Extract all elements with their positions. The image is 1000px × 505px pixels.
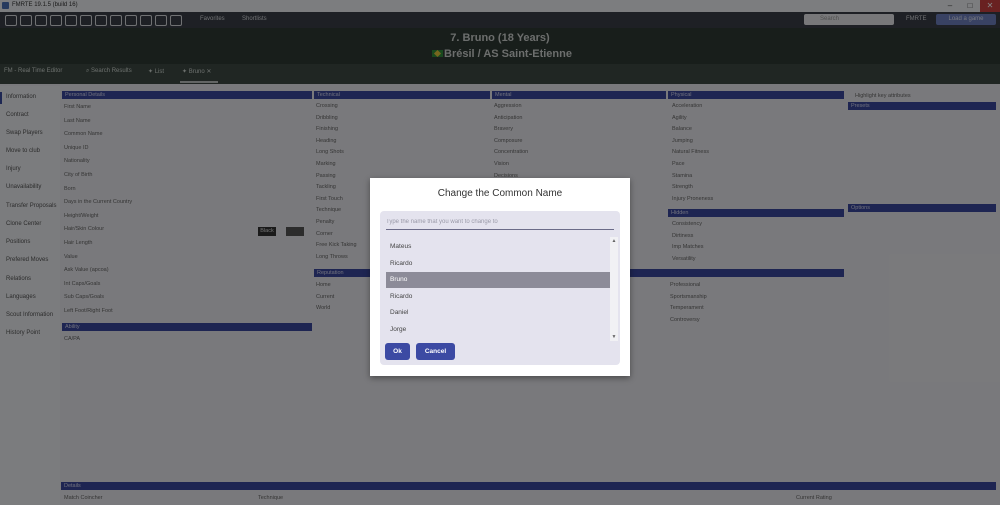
- name-options-list[interactable]: Mateus Ricardo Bruno Ricardo Daniel Jorg…: [380, 237, 620, 341]
- list-scrollbar[interactable]: ▲ ▼: [610, 237, 618, 341]
- scroll-up-icon[interactable]: ▲: [610, 237, 618, 245]
- ok-button[interactable]: Ok: [385, 343, 410, 360]
- list-item[interactable]: Mateus: [386, 239, 610, 255]
- list-item[interactable]: Ricardo: [386, 289, 610, 305]
- change-common-name-dialog: Change the Common Name Mateus Ricardo Br…: [370, 178, 630, 376]
- list-item[interactable]: Daniel: [386, 305, 610, 321]
- common-name-input[interactable]: [386, 215, 614, 230]
- list-item[interactable]: Ricardo: [386, 256, 610, 272]
- dialog-body: Mateus Ricardo Bruno Ricardo Daniel Jorg…: [380, 211, 620, 365]
- list-item-selected[interactable]: Bruno: [386, 272, 610, 288]
- dialog-title: Change the Common Name: [437, 188, 563, 199]
- cancel-button[interactable]: Cancel: [416, 343, 455, 360]
- list-item[interactable]: Jorge: [386, 322, 610, 338]
- scroll-down-icon[interactable]: ▼: [610, 333, 618, 341]
